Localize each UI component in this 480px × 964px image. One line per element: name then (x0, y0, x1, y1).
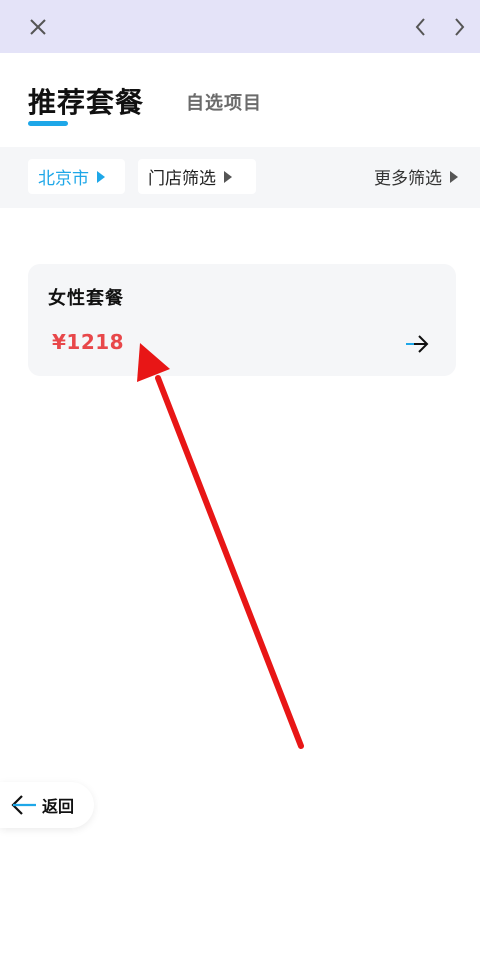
package-title: 女性套餐 (48, 288, 124, 309)
store-filter-label: 门店筛选 (148, 169, 216, 189)
filter-bar: 北京市 门店筛选 更多筛选 (0, 147, 480, 208)
city-filter-label: 北京市 (38, 169, 89, 189)
triangle-right-icon (450, 170, 458, 183)
package-price: ¥1218 (52, 330, 125, 354)
tab-active-indicator (28, 121, 68, 126)
more-filters-button[interactable]: 更多筛选 (374, 159, 458, 194)
tab-custom-items[interactable]: 自选项目 (186, 89, 262, 115)
back-label: 返回 (42, 797, 75, 816)
tab-recommended-packages[interactable]: 推荐套餐 (28, 81, 144, 121)
close-icon[interactable] (28, 17, 48, 37)
store-filter-button[interactable]: 门店筛选 (138, 159, 256, 194)
tab-bar: 推荐套餐 自选项目 (0, 53, 480, 147)
chevron-right-icon[interactable] (451, 16, 467, 38)
arrow-left-icon (11, 795, 36, 815)
city-filter-button[interactable]: 北京市 (28, 159, 125, 194)
back-button[interactable]: 返回 (0, 782, 94, 828)
triangle-right-icon (224, 170, 232, 183)
arrow-right-icon[interactable] (404, 334, 430, 354)
top-bar (0, 0, 480, 53)
chevron-left-icon[interactable] (413, 16, 429, 38)
more-filters-label: 更多筛选 (374, 169, 442, 189)
triangle-right-icon (97, 170, 105, 183)
package-card[interactable]: 女性套餐 ¥1218 (28, 264, 456, 376)
